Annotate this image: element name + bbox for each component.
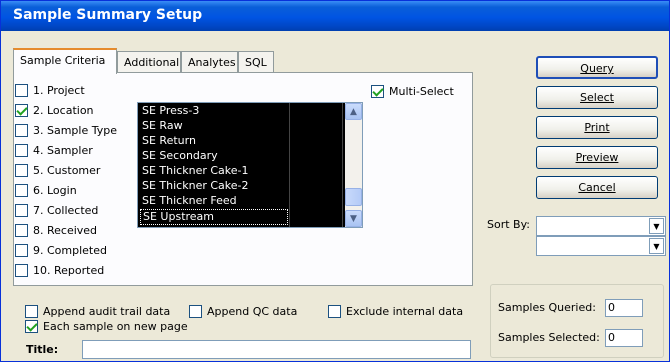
tab-analytes[interactable]: Analytes	[181, 51, 238, 73]
append-audit-checkbox[interactable]: Append audit trail data	[25, 303, 170, 319]
sort-by-select-2[interactable]: ▼	[536, 236, 666, 256]
each-sample-page-checkbox[interactable]: Each sample on new page	[25, 318, 188, 334]
tab-sql[interactable]: SQL	[238, 51, 274, 73]
criteria-completed[interactable]: 9. Completed	[15, 242, 107, 258]
criteria-label: 10. Reported	[33, 263, 105, 277]
checkbox[interactable]	[15, 243, 28, 257]
title-input[interactable]	[82, 340, 471, 359]
checkbox[interactable]	[15, 123, 28, 137]
window-title: Sample Summary Setup	[1, 1, 669, 31]
criteria-label: 3. Sample Type	[33, 123, 117, 137]
dialog-window: Sample Summary Setup Sample Criteria Add…	[0, 0, 670, 362]
checkbox[interactable]	[15, 83, 28, 97]
checkbox-checked[interactable]	[25, 319, 38, 333]
criteria-project[interactable]: 1. Project	[15, 82, 85, 98]
title-label: Title:	[26, 343, 59, 356]
criteria-label: 1. Project	[33, 83, 85, 97]
list-item[interactable]: SE Press-3	[142, 104, 199, 120]
exclude-internal-checkbox[interactable]: Exclude internal data	[328, 303, 463, 319]
sort-by-select-1[interactable]: ▼	[536, 216, 666, 236]
criteria-label: 7. Collected	[33, 203, 99, 217]
checkbox[interactable]	[15, 163, 28, 177]
criteria-label: 5. Customer	[33, 163, 101, 177]
list-item[interactable]: SE Secondary	[142, 149, 218, 165]
criteria-reported[interactable]: 10. Reported	[15, 262, 104, 278]
query-button[interactable]: Query	[536, 56, 658, 79]
listbox-scrollbar[interactable]: ▲ ▼	[345, 103, 362, 227]
criteria-label: 2. Location	[33, 103, 94, 117]
checkbox-checked[interactable]	[371, 84, 384, 98]
option-label: Append audit trail data	[43, 304, 171, 318]
criteria-collected[interactable]: 7. Collected	[15, 202, 98, 218]
checkbox[interactable]	[15, 263, 28, 277]
list-item[interactable]: SE Thickner Cake-1	[142, 164, 249, 180]
scroll-thumb[interactable]	[345, 188, 362, 206]
checkbox[interactable]	[15, 183, 28, 197]
preview-button[interactable]: Preview	[536, 146, 658, 169]
dropdown-arrow-icon[interactable]: ▼	[649, 238, 664, 254]
column-divider	[289, 103, 290, 227]
samples-queried-label: Samples Queried:	[498, 301, 596, 314]
multi-select-label: Multi-Select	[389, 84, 454, 98]
criteria-label: 9. Completed	[33, 243, 107, 257]
criteria-location[interactable]: 2. Location	[15, 102, 94, 118]
list-item[interactable]: SE Thickner Cake-2	[142, 179, 249, 195]
criteria-login[interactable]: 6. Login	[15, 182, 77, 198]
checkbox[interactable]	[15, 223, 28, 237]
option-label: Append QC data	[207, 304, 298, 318]
list-item[interactable]: SE Thickner Feed	[142, 194, 237, 210]
criteria-received[interactable]: 8. Received	[15, 222, 97, 238]
checkbox[interactable]	[25, 304, 38, 318]
samples-queried-value: 0	[605, 299, 643, 317]
append-qc-checkbox[interactable]: Append QC data	[189, 303, 297, 319]
multi-select-checkbox[interactable]: Multi-Select	[371, 83, 454, 99]
checkbox[interactable]	[15, 203, 28, 217]
criteria-label: 8. Received	[33, 223, 98, 237]
criteria-sampler[interactable]: 4. Sampler	[15, 142, 93, 158]
checkbox[interactable]	[328, 304, 341, 318]
column-divider	[342, 103, 343, 227]
criteria-label: 4. Sampler	[33, 143, 93, 157]
option-label: Exclude internal data	[346, 304, 464, 318]
location-listbox[interactable]: SE Press-3 SE Raw SE Return SE Secondary…	[137, 102, 363, 228]
criteria-customer[interactable]: 5. Customer	[15, 162, 100, 178]
option-label: Each sample on new page	[43, 319, 188, 333]
list-item[interactable]: SE Raw	[142, 119, 183, 135]
criteria-sample-type[interactable]: 3. Sample Type	[15, 122, 117, 138]
checkbox[interactable]	[15, 143, 28, 157]
samples-selected-label: Samples Selected:	[498, 331, 600, 344]
cancel-button[interactable]: Cancel	[536, 176, 658, 199]
criteria-label: 6. Login	[33, 183, 77, 197]
list-item-focused[interactable]: SE Upstream	[140, 209, 288, 225]
sort-by-label: Sort By:	[487, 218, 531, 231]
scroll-down-icon[interactable]: ▼	[345, 210, 362, 227]
dropdown-arrow-icon[interactable]: ▼	[649, 218, 664, 234]
checkbox[interactable]	[189, 304, 202, 318]
list-item[interactable]: SE Return	[142, 134, 196, 150]
tab-sample-criteria[interactable]: Sample Criteria	[13, 48, 117, 74]
scroll-up-icon[interactable]: ▲	[345, 103, 362, 120]
print-button[interactable]: Print	[536, 116, 658, 139]
samples-selected-value: 0	[605, 329, 643, 347]
checkbox-checked[interactable]	[15, 103, 28, 117]
tab-additional[interactable]: Additional	[117, 51, 181, 73]
select-button[interactable]: Select	[536, 86, 658, 109]
